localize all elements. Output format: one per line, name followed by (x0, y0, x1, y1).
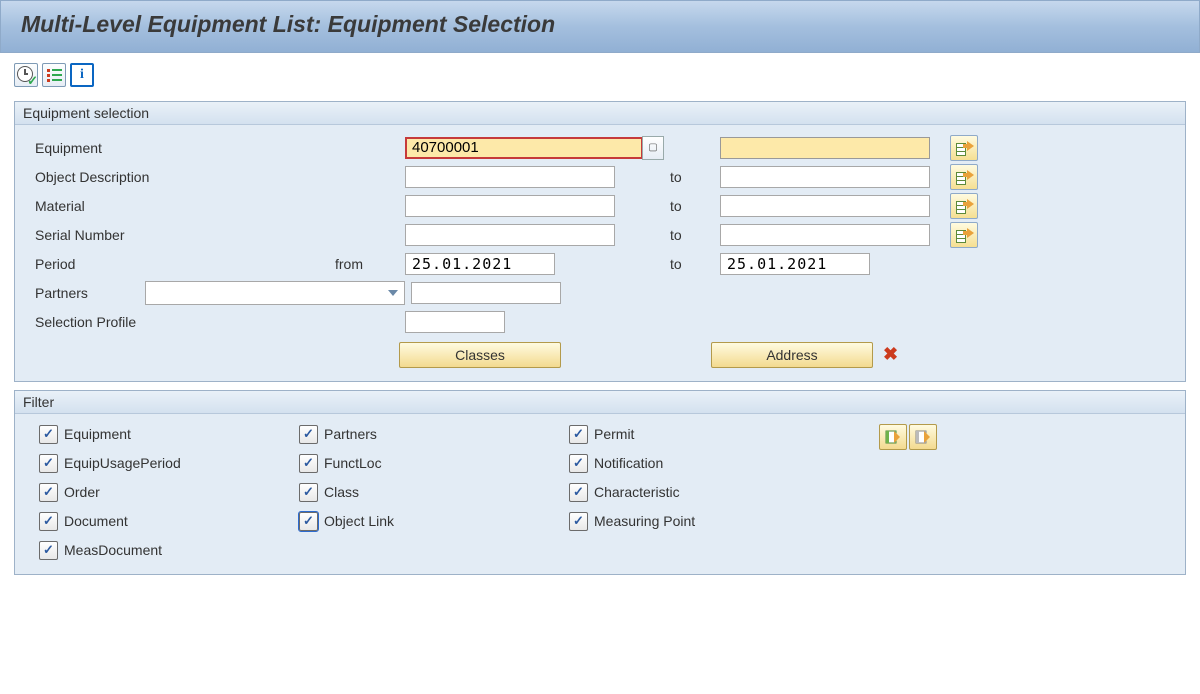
period-to-input[interactable] (720, 253, 870, 275)
list-view-button[interactable] (42, 63, 66, 87)
chk-label: Permit (594, 426, 634, 442)
chk-document[interactable]: ✓ (39, 512, 58, 531)
serial-multiselect-button[interactable] (950, 222, 978, 248)
chk-label: Document (64, 513, 128, 529)
chk-label: MeasDocument (64, 542, 162, 558)
chk-partners[interactable]: ✓ (299, 425, 318, 444)
chk-label: Partners (324, 426, 377, 442)
toolbar: ✓ i (0, 53, 1200, 93)
chk-functloc[interactable]: ✓ (299, 454, 318, 473)
filter-panel: Filter ✓ Equipment ✓ EquipUsagePeriod ✓ Ord… (14, 390, 1186, 575)
address-button[interactable]: Address (711, 342, 873, 368)
chk-label: Class (324, 484, 359, 500)
info-icon: i (80, 68, 84, 82)
equipment-from-input[interactable] (405, 137, 643, 159)
equipment-selection-panel: Equipment selection Equipment ▢ Object D… (14, 101, 1186, 382)
search-help-button[interactable]: ▢ (642, 136, 664, 160)
objdesc-multiselect-button[interactable] (950, 164, 978, 190)
period-label: Period (29, 256, 335, 272)
material-label: Material (29, 198, 335, 214)
objdesc-label: Object Description (29, 169, 335, 185)
chk-notification[interactable]: ✓ (569, 454, 588, 473)
classes-button-label: Classes (455, 347, 505, 363)
arrow-table-icon (956, 227, 972, 243)
chk-characteristic[interactable]: ✓ (569, 483, 588, 502)
objdesc-from-input[interactable] (405, 166, 615, 188)
execute-button[interactable]: ✓ (14, 63, 38, 87)
material-to-input[interactable] (720, 195, 930, 217)
chk-label: Notification (594, 455, 663, 471)
partners-extra-input[interactable] (411, 282, 561, 304)
page-title: Multi-Level Equipment List: Equipment Se… (21, 11, 1183, 38)
chk-objlink[interactable]: ✓ (299, 512, 318, 531)
to-label: to (670, 169, 720, 185)
serial-to-input[interactable] (720, 224, 930, 246)
arrow-table-icon (956, 169, 972, 185)
panel-legend: Equipment selection (15, 102, 1185, 125)
panel-legend: Filter (15, 391, 1185, 414)
select-all-icon (885, 429, 901, 445)
arrow-table-icon (956, 198, 972, 214)
equipment-to-input[interactable] (720, 137, 930, 159)
to-label: to (670, 198, 720, 214)
to-label: to (670, 227, 720, 243)
info-button[interactable]: i (70, 63, 94, 87)
partners-dropdown[interactable] (145, 281, 405, 305)
chk-measdoc[interactable]: ✓ (39, 541, 58, 560)
chevron-down-icon (388, 290, 398, 296)
equipment-multiselect-button[interactable] (950, 135, 978, 161)
classes-button[interactable]: Classes (399, 342, 561, 368)
chk-label: Object Link (324, 513, 394, 529)
chk-order[interactable]: ✓ (39, 483, 58, 502)
partners-label: Partners (29, 285, 145, 301)
chk-label: Order (64, 484, 100, 500)
deselect-all-button[interactable] (909, 424, 937, 450)
chk-label: FunctLoc (324, 455, 382, 471)
delete-address-button[interactable]: ✖ (883, 344, 898, 365)
chk-label: EquipUsagePeriod (64, 455, 181, 471)
material-multiselect-button[interactable] (950, 193, 978, 219)
chk-label: Characteristic (594, 484, 680, 500)
titlebar: Multi-Level Equipment List: Equipment Se… (0, 0, 1200, 53)
list-icon (47, 69, 62, 82)
equipment-label: Equipment (29, 140, 335, 156)
deselect-all-icon (915, 429, 931, 445)
period-from-input[interactable] (405, 253, 555, 275)
chk-equipusage[interactable]: ✓ (39, 454, 58, 473)
to-label: to (670, 256, 720, 272)
clock-check-icon: ✓ (17, 66, 35, 84)
chk-measpoint[interactable]: ✓ (569, 512, 588, 531)
chk-class[interactable]: ✓ (299, 483, 318, 502)
chk-equipment[interactable]: ✓ (39, 425, 58, 444)
f4-icon: ▢ (648, 142, 657, 153)
chk-label: Measuring Point (594, 513, 695, 529)
chk-permit[interactable]: ✓ (569, 425, 588, 444)
objdesc-to-input[interactable] (720, 166, 930, 188)
serial-from-input[interactable] (405, 224, 615, 246)
material-from-input[interactable] (405, 195, 615, 217)
selprofile-label: Selection Profile (29, 314, 405, 330)
address-button-label: Address (766, 347, 817, 363)
select-all-button[interactable] (879, 424, 907, 450)
chk-label: Equipment (64, 426, 131, 442)
arrow-table-icon (956, 140, 972, 156)
period-from-label: from (335, 256, 405, 272)
serial-label: Serial Number (29, 227, 335, 243)
selprofile-input[interactable] (405, 311, 505, 333)
